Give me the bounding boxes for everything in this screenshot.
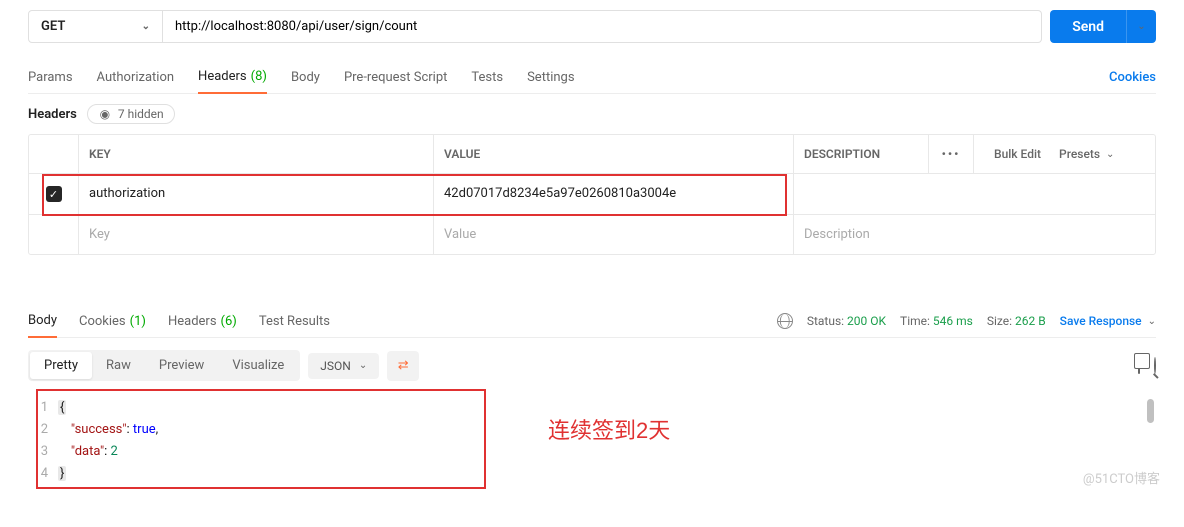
row-value-input[interactable]: 42d07017d8234e5a97e0260810a3004e (434, 174, 794, 214)
copy-icon (1138, 357, 1140, 374)
view-visualize[interactable]: Visualize (218, 352, 298, 379)
view-pretty[interactable]: Pretty (30, 352, 92, 379)
tab-settings[interactable]: Settings (527, 62, 574, 93)
cookies-link[interactable]: Cookies (1109, 70, 1156, 85)
th-description: DESCRIPTION (794, 135, 929, 173)
chevron-down-icon: ⌄ (1137, 21, 1145, 32)
response-tab-body[interactable]: Body (28, 305, 57, 338)
view-preview[interactable]: Preview (145, 352, 218, 379)
format-select[interactable]: JSON ⌄ (308, 353, 379, 379)
response-tab-cookies[interactable]: Cookies (1) (79, 306, 146, 337)
new-key-input[interactable]: Key (79, 215, 434, 254)
row-enabled-checkbox[interactable]: ✓ (46, 186, 62, 202)
tab-tests[interactable]: Tests (471, 62, 503, 93)
more-icon[interactable]: ••• (929, 135, 974, 173)
send-dropdown[interactable]: ⌄ (1126, 10, 1156, 43)
chevron-down-icon: ⌄ (359, 360, 367, 371)
watermark: @51CTO博客 (1083, 468, 1160, 487)
wrap-icon: ⇄ (398, 358, 409, 373)
url-input[interactable] (163, 10, 1042, 43)
tab-headers[interactable]: Headers (8) (198, 61, 267, 94)
tab-authorization[interactable]: Authorization (97, 62, 175, 93)
presets-dropdown[interactable]: Presets ⌄ (1051, 147, 1122, 161)
chevron-down-icon: ⌄ (1148, 316, 1156, 327)
headers-section-title: Headers (28, 107, 77, 122)
new-value-input[interactable]: Value (434, 215, 794, 254)
headers-table: KEY VALUE DESCRIPTION ••• Bulk Edit Pres… (28, 134, 1156, 255)
http-method-select[interactable]: GET ⌄ (28, 10, 163, 43)
new-description-input[interactable]: Description (794, 215, 1155, 254)
search-button[interactable] (1154, 358, 1156, 373)
table-row: ✓ authorization 42d07017d8234e5a97e02608… (29, 174, 1155, 215)
tab-params[interactable]: Params (28, 62, 73, 93)
http-method-label: GET (41, 19, 65, 34)
response-tab-tests[interactable]: Test Results (259, 306, 330, 337)
search-icon (1154, 357, 1156, 374)
table-row-new: Key Value Description (29, 215, 1155, 254)
view-mode-segment: Pretty Raw Preview Visualize (28, 350, 300, 381)
annotation-text: 连续签到2天 (548, 413, 670, 445)
th-value: VALUE (434, 135, 794, 173)
globe-icon[interactable] (777, 313, 793, 329)
line-gutter: 1234 (28, 397, 58, 485)
time-label: Time: 546 ms (900, 314, 973, 328)
wrap-lines-button[interactable]: ⇄ (387, 351, 419, 381)
eye-icon: ◉ (98, 107, 112, 121)
tab-prerequest[interactable]: Pre-request Script (344, 62, 447, 93)
chevron-down-icon: ⌄ (142, 21, 150, 32)
save-response-button[interactable]: Save Response ⌄ (1060, 314, 1156, 328)
tab-body[interactable]: Body (291, 62, 320, 93)
row-key-input[interactable]: authorization (79, 174, 434, 214)
status-label: Status: 200 OK (807, 314, 886, 328)
copy-button[interactable] (1138, 358, 1140, 373)
row-description-input[interactable] (794, 174, 1155, 214)
th-key: KEY (79, 135, 434, 173)
send-button[interactable]: Send (1050, 10, 1126, 43)
size-label: Size: 262 B (987, 314, 1046, 328)
scrollbar[interactable] (1147, 399, 1154, 423)
hidden-headers-toggle[interactable]: ◉ 7 hidden (87, 104, 175, 124)
headers-count: (8) (251, 69, 267, 84)
view-raw[interactable]: Raw (92, 352, 145, 379)
bulk-edit-button[interactable]: Bulk Edit (984, 147, 1051, 161)
chevron-down-icon: ⌄ (1106, 149, 1114, 160)
response-tab-headers[interactable]: Headers (6) (168, 306, 237, 337)
